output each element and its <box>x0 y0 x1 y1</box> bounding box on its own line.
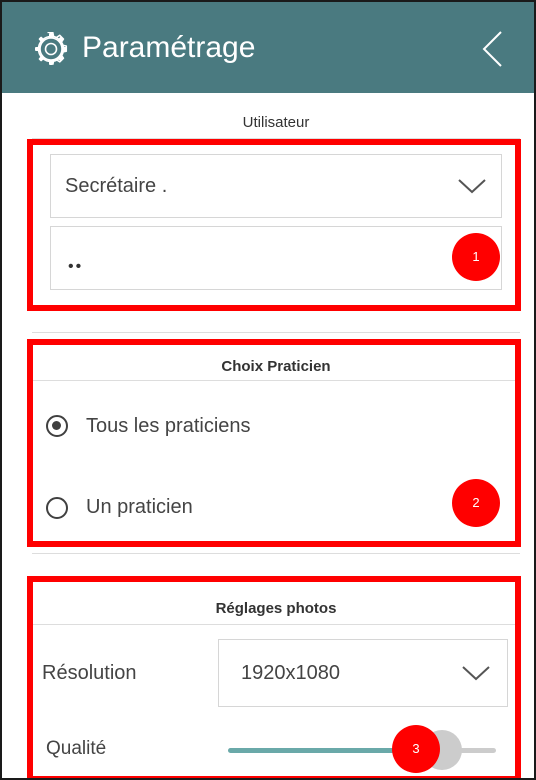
app-frame: Paramétrage Utilisateur Secrétaire . •• … <box>0 0 536 780</box>
app-header: Paramétrage <box>2 2 534 93</box>
annotation-box-2 <box>27 339 521 547</box>
annotation-badge-1: 1 <box>452 233 500 281</box>
annotation-box-3 <box>27 576 521 778</box>
divider <box>32 332 520 333</box>
chevron-left-icon[interactable] <box>480 30 504 68</box>
user-section-title: Utilisateur <box>242 114 310 131</box>
page-title: Paramétrage <box>82 31 256 64</box>
gear-icon[interactable] <box>34 32 68 66</box>
annotation-box-1 <box>27 139 521 311</box>
annotation-badge-2: 2 <box>452 479 500 527</box>
divider <box>32 553 520 554</box>
annotation-badge-3: 3 <box>392 725 440 773</box>
